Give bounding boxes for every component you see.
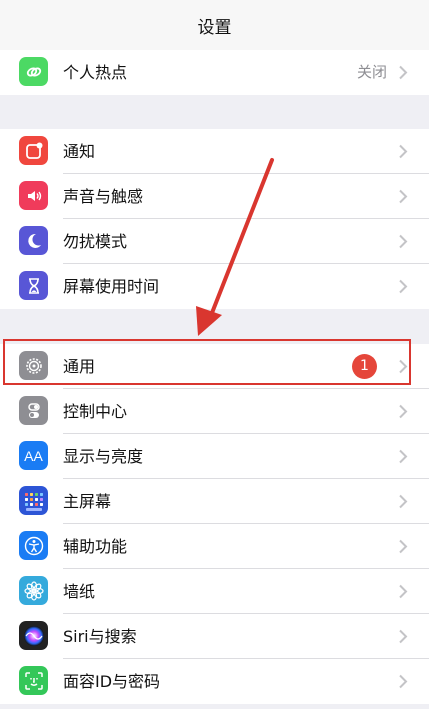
general-group: 通用 1 控制中心 AA 显示与亮度 主屏幕 辅助功能 墙纸 Siri与搜索 面… (0, 344, 429, 704)
settings-item-label: 辅助功能 (63, 537, 128, 556)
face-id-icon (19, 666, 48, 695)
settings-item-label: Siri与搜索 (63, 627, 137, 646)
chevron-right-icon (399, 629, 408, 644)
speaker-icon (19, 181, 48, 210)
page-title: 设置 (197, 17, 232, 38)
notification-icon (19, 136, 48, 165)
chevron-right-icon (399, 674, 408, 689)
toggles-icon (19, 396, 48, 425)
settings-item-label: 个人热点 (63, 63, 128, 82)
hourglass-icon (19, 271, 48, 300)
hotspot-status: 关闭 (356, 63, 387, 81)
flower-icon (19, 576, 48, 605)
settings-item-home-screen[interactable]: 主屏幕 (0, 479, 429, 524)
settings-item-accessibility[interactable]: 辅助功能 (0, 524, 429, 569)
aa-icon-text: AA (24, 447, 43, 464)
settings-item-label: 显示与亮度 (63, 447, 144, 466)
settings-item-label: 勿扰模式 (63, 232, 128, 251)
nav-bar: 设置 (0, 0, 429, 51)
notifications-group: 通知 声音与触感 勿扰模式 屏幕使用时间 (0, 129, 429, 309)
chevron-right-icon (399, 234, 408, 249)
chevron-right-icon (399, 404, 408, 419)
chevron-right-icon (399, 449, 408, 464)
moon-icon (19, 226, 48, 255)
settings-item-label: 屏幕使用时间 (63, 277, 160, 296)
settings-item-label: 声音与触感 (63, 187, 144, 206)
settings-item-label: 通知 (63, 142, 96, 161)
settings-item-label: 通用 (63, 357, 96, 376)
chevron-right-icon (399, 584, 408, 599)
settings-item-label: 墙纸 (63, 582, 96, 601)
accessibility-icon (19, 531, 48, 560)
settings-item-screen-time[interactable]: 屏幕使用时间 (0, 264, 429, 309)
settings-item-label: 面容ID与密码 (63, 672, 161, 691)
chevron-right-icon (399, 494, 408, 509)
home-screen-icon (19, 486, 48, 515)
gear-icon (19, 351, 48, 380)
chevron-right-icon (399, 65, 408, 80)
settings-item-control-center[interactable]: 控制中心 (0, 389, 429, 434)
settings-item-label: 主屏幕 (63, 492, 112, 511)
aa-icon: AA (19, 441, 48, 470)
chevron-right-icon (399, 279, 408, 294)
settings-item-face-id[interactable]: 面容ID与密码 (0, 659, 429, 704)
settings-item-hotspot[interactable]: 个人热点 关闭 (0, 50, 429, 95)
settings-item-siri-search[interactable]: Siri与搜索 (0, 614, 429, 659)
settings-item-general[interactable]: 通用 1 (0, 344, 429, 389)
notification-badge: 1 (352, 354, 377, 379)
siri-icon (19, 621, 48, 650)
chevron-right-icon (399, 144, 408, 159)
hotspot-group: 个人热点 关闭 (0, 50, 429, 95)
hotspot-icon (19, 57, 48, 86)
settings-item-label: 控制中心 (63, 402, 128, 421)
settings-item-do-not-disturb[interactable]: 勿扰模式 (0, 219, 429, 264)
settings-item-wallpaper[interactable]: 墙纸 (0, 569, 429, 614)
settings-item-display-brightness[interactable]: AA 显示与亮度 (0, 434, 429, 479)
chevron-right-icon (399, 189, 408, 204)
chevron-right-icon (399, 539, 408, 554)
chevron-right-icon (399, 359, 408, 374)
settings-item-notifications[interactable]: 通知 (0, 129, 429, 174)
settings-item-sounds[interactable]: 声音与触感 (0, 174, 429, 219)
